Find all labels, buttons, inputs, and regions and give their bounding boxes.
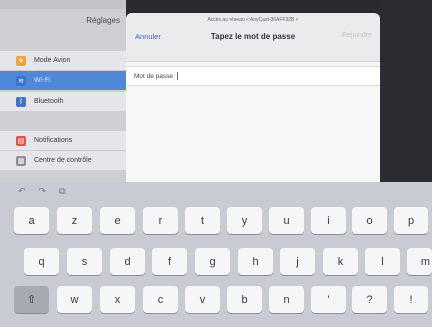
airplane-icon: ✈ bbox=[16, 55, 26, 66]
sidebar-item-label: Mode Avion bbox=[34, 57, 71, 64]
settings-sidebar: Réglages ✈ Mode Avion ≋ Wi-Fi ᛒ Bluetoot… bbox=[0, 0, 126, 182]
key-u[interactable]: u bbox=[269, 207, 304, 234]
on-screen-keyboard: ↶ ↷ ⧉ a z e r t y u i o p q s d f g h j … bbox=[0, 182, 432, 327]
keyboard-shortcut-bar: ↶ ↷ ⧉ bbox=[0, 182, 432, 201]
key-w[interactable]: w bbox=[57, 286, 92, 313]
key-s[interactable]: s bbox=[67, 248, 102, 275]
key-e[interactable]: e bbox=[100, 207, 135, 234]
wifi-icon: ≋ bbox=[16, 75, 26, 86]
paste-icon[interactable]: ⧉ bbox=[59, 186, 65, 197]
key-y[interactable]: y bbox=[227, 207, 262, 234]
key-j[interactable]: j bbox=[280, 248, 315, 275]
key-z[interactable]: z bbox=[57, 207, 92, 234]
bluetooth-icon: ᛒ bbox=[16, 96, 26, 107]
key-n[interactable]: n bbox=[269, 286, 304, 313]
key-o[interactable]: o bbox=[352, 207, 387, 234]
password-modal: Accès au réseau « AnyCast-36AFF32B » Tap… bbox=[126, 13, 380, 182]
join-button[interactable]: Rejoindre bbox=[342, 32, 372, 39]
password-label: Mot de passe bbox=[134, 72, 174, 80]
network-subtitle: Accès au réseau « AnyCast-36AFF32B » bbox=[207, 17, 299, 23]
text-cursor bbox=[177, 72, 179, 80]
sidebar-item-notifications[interactable]: ▤ Notifications bbox=[0, 131, 126, 150]
key-d[interactable]: d bbox=[110, 248, 145, 275]
key-h[interactable]: h bbox=[238, 248, 273, 275]
sidebar-item-control-center[interactable]: ▦ Centre de contrôle bbox=[0, 151, 126, 170]
status-bar bbox=[0, 0, 126, 9]
key-apostrophe[interactable]: ’ bbox=[311, 286, 346, 313]
key-g[interactable]: g bbox=[195, 248, 230, 275]
sidebar-item-label: Wi-Fi bbox=[34, 77, 51, 84]
settings-title: Réglages bbox=[86, 16, 120, 25]
key-question[interactable]: ? bbox=[352, 286, 387, 313]
key-m[interactable]: m bbox=[407, 248, 432, 275]
key-l[interactable]: l bbox=[365, 248, 400, 275]
redo-icon[interactable]: ↷ bbox=[39, 186, 47, 197]
key-t[interactable]: t bbox=[185, 207, 220, 234]
key-a[interactable]: a bbox=[14, 207, 49, 234]
key-x[interactable]: x bbox=[100, 286, 135, 313]
key-q[interactable]: q bbox=[24, 248, 59, 275]
sidebar-item-airplane-mode[interactable]: ✈ Mode Avion bbox=[0, 51, 126, 70]
sidebar-item-bluetooth[interactable]: ᛒ Bluetooth bbox=[0, 92, 126, 111]
sidebar-item-label: Centre de contrôle bbox=[34, 157, 92, 164]
undo-icon[interactable]: ↶ bbox=[18, 186, 26, 197]
key-b[interactable]: b bbox=[227, 286, 262, 313]
key-f[interactable]: f bbox=[152, 248, 187, 275]
key-exclamation[interactable]: ! bbox=[394, 286, 428, 313]
notifications-icon: ▤ bbox=[16, 135, 26, 146]
sidebar-item-wifi[interactable]: ≋ Wi-Fi bbox=[0, 71, 126, 90]
cancel-button[interactable]: Annuler bbox=[135, 32, 161, 41]
key-c[interactable]: c bbox=[143, 286, 178, 313]
password-field[interactable]: Mot de passe bbox=[126, 66, 380, 86]
modal-nav-bar: Accès au réseau « AnyCast-36AFF32B » Tap… bbox=[126, 13, 380, 62]
control-center-icon: ▦ bbox=[16, 155, 26, 166]
key-p[interactable]: p bbox=[394, 207, 428, 234]
shift-key[interactable]: ⇧ bbox=[14, 286, 49, 313]
key-r[interactable]: r bbox=[143, 207, 178, 234]
sidebar-item-label: Bluetooth bbox=[34, 98, 64, 105]
key-v[interactable]: v bbox=[185, 286, 220, 313]
background-dimmed bbox=[380, 0, 432, 182]
sidebar-item-label: Notifications bbox=[34, 137, 73, 144]
key-k[interactable]: k bbox=[323, 248, 358, 275]
key-i[interactable]: i bbox=[311, 207, 346, 234]
